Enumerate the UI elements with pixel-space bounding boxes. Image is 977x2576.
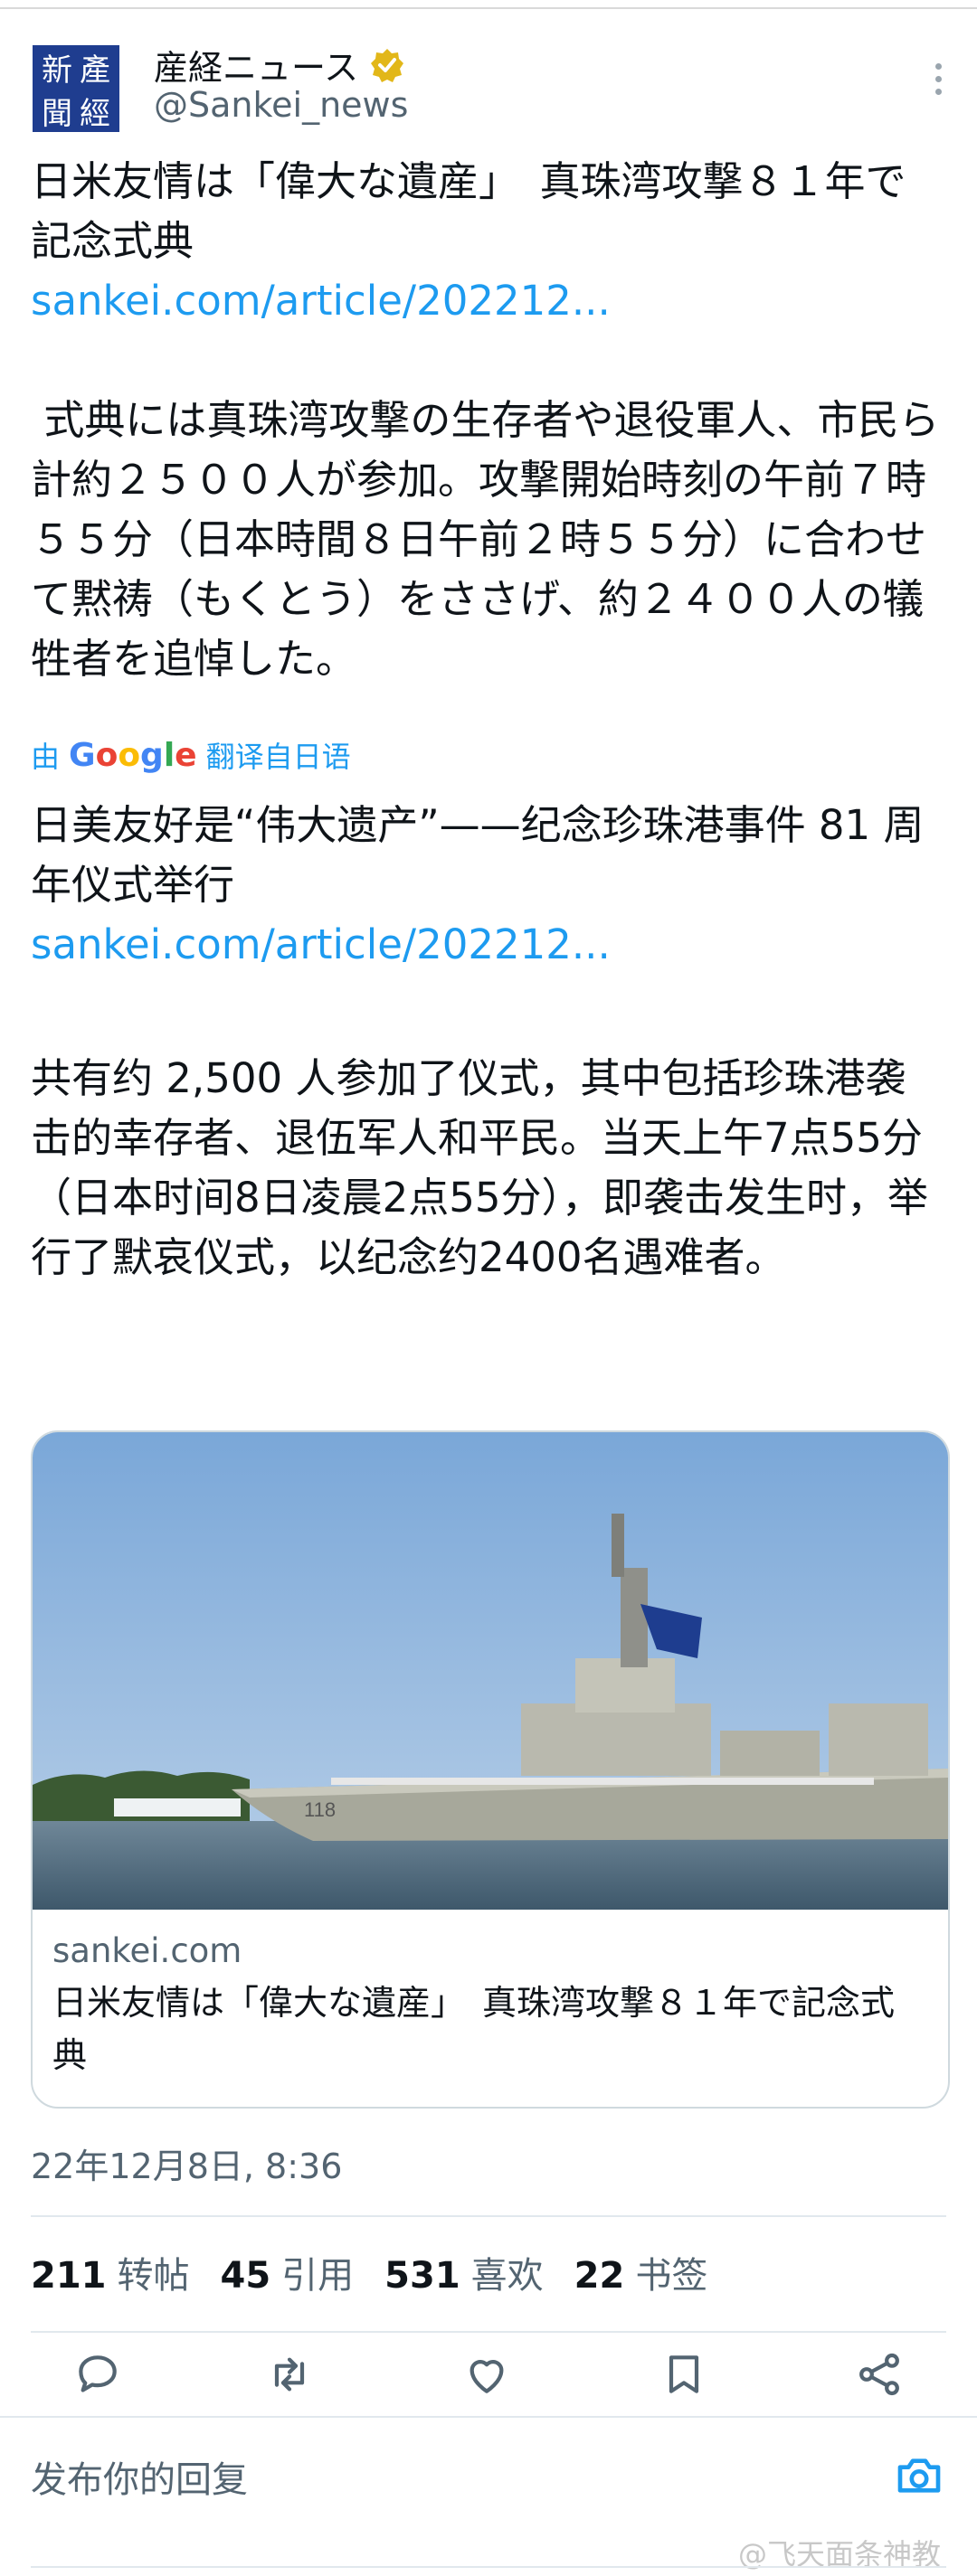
translated-link[interactable]: sankei.com/article/202212... — [31, 915, 946, 975]
original-title: 日米友情は「偉大な遺産」 真珠湾攻撃８１年で記念式典 — [31, 157, 906, 265]
translate-attribution[interactable]: 由 Google 翻译自日语 — [31, 734, 351, 776]
reply-icon[interactable] — [72, 2349, 127, 2403]
translated-title: 日美友好是“伟大遗产”——纪念珍珠港事件 81 周年仪式举行 — [31, 801, 925, 909]
reply-input[interactable]: 发布你的回复 — [31, 2450, 248, 2503]
account-handle[interactable]: @Sankei_news — [154, 85, 408, 125]
divider — [31, 2215, 946, 2217]
avatar-char: 產 — [80, 52, 110, 89]
retweets-stat[interactable]: 211 转帖 — [31, 2246, 190, 2298]
divider — [31, 2331, 946, 2333]
card-image: 118 — [33, 1432, 948, 1910]
likes-stat[interactable]: 531 喜欢 — [384, 2246, 544, 2298]
tweet-header: 新 產 聞 經 産経ニュース @Sankei_news — [0, 27, 977, 154]
avatar-char: 經 — [80, 95, 110, 132]
likes-label: 喜欢 — [470, 2255, 544, 2297]
camera-icon[interactable] — [894, 2450, 944, 2501]
bookmarks-label: 书签 — [635, 2255, 708, 2297]
translate-prefix: 由 — [31, 740, 61, 774]
bookmarks-stat[interactable]: 22 书签 — [574, 2246, 708, 2298]
bookmarks-count: 22 — [574, 2255, 625, 2297]
translate-suffix: 翻译自日语 — [205, 740, 351, 774]
avatar[interactable]: 新 產 聞 經 — [33, 45, 119, 132]
like-icon[interactable] — [461, 2349, 516, 2403]
likes-count: 531 — [384, 2255, 460, 2297]
top-divider — [0, 7, 977, 9]
action-bar — [0, 2349, 977, 2412]
account-name[interactable]: 産経ニュース — [154, 40, 405, 90]
original-body: 式典には真珠湾攻撃の生存者や退役軍人、市民ら計約２５００人が参加。攻撃開始時刻の… — [31, 396, 940, 683]
google-logo: Google — [69, 736, 197, 774]
quotes-stat[interactable]: 45 引用 — [221, 2246, 355, 2298]
retweets-count: 211 — [31, 2255, 107, 2297]
original-link[interactable]: sankei.com/article/202212... — [31, 271, 946, 331]
retweets-label: 转帖 — [117, 2255, 190, 2297]
hull-number: 118 — [304, 1798, 336, 1821]
avatar-char: 聞 — [42, 95, 72, 132]
translated-body: 共有约 2,500 人参加了仪式，其中包括珍珠港袭击的幸存者、退伍军人和平民。当… — [31, 1054, 929, 1281]
engagement-stats: 211 转帖 45 引用 531 喜欢 22 书签 — [31, 2246, 738, 2298]
verified-icon — [371, 48, 404, 82]
link-card[interactable]: 118 sankei.com 日米友情は「偉大な遺産」 真珠湾攻撃８１年で記念式… — [31, 1430, 950, 2109]
account-name-text: 産経ニュース — [154, 48, 359, 88]
retweet-icon[interactable] — [264, 2349, 318, 2403]
quotes-label: 引用 — [281, 2255, 355, 2297]
bottom-divider — [31, 2566, 946, 2568]
tweet-timestamp[interactable]: 22年12月8日, 8:36 — [31, 2138, 342, 2188]
reply-divider — [0, 2416, 977, 2418]
more-icon[interactable] — [935, 63, 944, 99]
card-domain: sankei.com — [52, 1931, 242, 1970]
bookmark-icon[interactable] — [659, 2349, 713, 2403]
quotes-count: 45 — [220, 2255, 271, 2297]
card-title: 日米友情は「偉大な遺産」 真珠湾攻撃８１年で記念式典 — [52, 1983, 896, 2075]
avatar-char: 新 — [42, 52, 72, 89]
share-icon[interactable] — [854, 2349, 908, 2403]
